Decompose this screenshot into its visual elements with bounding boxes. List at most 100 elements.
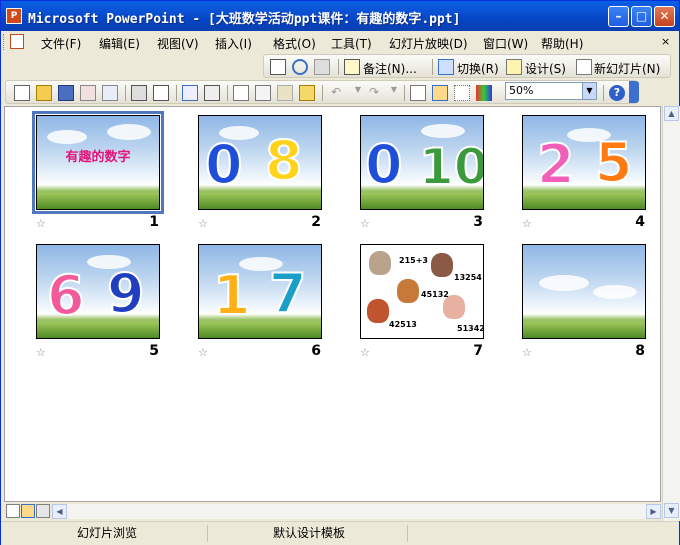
- rehearse-timings-icon[interactable]: [292, 59, 308, 75]
- menu-file[interactable]: 文件(F): [41, 35, 81, 52]
- menu-help[interactable]: 帮助(H): [541, 35, 583, 52]
- slide-thumbnail-2[interactable]: 0 8: [198, 115, 322, 210]
- document-icon[interactable]: [10, 34, 24, 49]
- slide-7-transition-star-icon[interactable]: ☆: [360, 346, 370, 359]
- open-icon[interactable]: [36, 85, 52, 101]
- slide-sorter-pane[interactable]: 有趣的数字 ☆ 1 0 8 ☆ 2 0 10 ☆ 3 2 5 ☆ 4 6 9 ☆…: [4, 106, 661, 502]
- slide-4-digit-2: 2: [536, 133, 576, 196]
- new-slide-button[interactable]: 新幻灯片(N): [594, 60, 660, 77]
- permission-icon[interactable]: [80, 85, 96, 101]
- show-formatting-icon[interactable]: [432, 85, 448, 101]
- slide-7-label-2: 13254: [454, 273, 482, 282]
- slide-4-transition-star-icon[interactable]: ☆: [522, 217, 532, 230]
- slide-2-digit-8: 8: [264, 129, 304, 192]
- menu-close-doc-icon[interactable]: ×: [661, 35, 670, 48]
- hide-slide-icon[interactable]: [270, 59, 286, 75]
- undo-icon[interactable]: ↶: [328, 85, 344, 101]
- new-slide-icon[interactable]: [576, 59, 592, 75]
- slide-1-transition-star-icon[interactable]: ☆: [36, 217, 46, 230]
- menu-window[interactable]: 窗口(W): [483, 35, 528, 52]
- standard-toolbar-row: ↶ ▼ ↷ ▼ 50% ▼ ?: [1, 79, 679, 105]
- paste-icon[interactable]: [277, 85, 293, 101]
- expand-all-icon[interactable]: [410, 85, 426, 101]
- slide-1-title: 有趣的数字: [65, 150, 131, 165]
- zoom-select[interactable]: 50% ▼: [505, 82, 597, 100]
- menu-view[interactable]: 视图(V): [157, 35, 199, 52]
- cut-icon[interactable]: [233, 85, 249, 101]
- scroll-down-icon[interactable]: ▼: [664, 503, 679, 518]
- slide-4-digit-5: 5: [594, 131, 634, 194]
- menu-format[interactable]: 格式(O): [273, 35, 316, 52]
- slide-thumbnail-4[interactable]: 2 5: [522, 115, 646, 210]
- research-icon[interactable]: [204, 85, 220, 101]
- slideshow-view-icon[interactable]: [36, 504, 50, 518]
- undo-dropdown-icon[interactable]: ▼: [350, 85, 366, 101]
- slide-5-digit-6: 6: [46, 264, 86, 327]
- vertical-scrollbar[interactable]: ▲ ▼: [662, 106, 680, 521]
- menu-insert[interactable]: 插入(I): [215, 35, 252, 52]
- powerpoint-app-icon[interactable]: P: [6, 8, 22, 24]
- design-icon[interactable]: [506, 59, 522, 75]
- zoom-dropdown-icon[interactable]: ▼: [582, 83, 596, 99]
- transition-icon[interactable]: [438, 59, 454, 75]
- slide-8-transition-star-icon[interactable]: ☆: [522, 346, 532, 359]
- normal-view-icon[interactable]: [6, 504, 20, 518]
- summary-slide-icon[interactable]: [314, 59, 330, 75]
- slide-7-label-3: 45132: [421, 290, 449, 299]
- slide-7-label-4: 42513: [389, 320, 417, 329]
- slide-thumbnail-3[interactable]: 0 10: [360, 115, 484, 210]
- notes-icon[interactable]: [344, 59, 360, 75]
- menu-tools[interactable]: 工具(T): [331, 35, 372, 52]
- slide-6-number: 6: [311, 343, 321, 359]
- close-button[interactable]: ✕: [654, 6, 675, 27]
- slide-3-digit-0: 0: [364, 133, 404, 196]
- title-bar[interactable]: P Microsoft PowerPoint - [大班数学活动ppt课件：有趣…: [1, 1, 679, 31]
- slide-3-transition-star-icon[interactable]: ☆: [360, 217, 370, 230]
- menu-grip[interactable]: [3, 34, 7, 50]
- slide-sorter-view-icon[interactable]: [21, 504, 35, 518]
- slide-7-label-1: 215+3: [399, 256, 428, 265]
- slide-3-number: 3: [473, 214, 483, 230]
- slide-2-number: 2: [311, 214, 321, 230]
- slide-5-transition-star-icon[interactable]: ☆: [36, 346, 46, 359]
- menu-edit[interactable]: 编辑(E): [99, 35, 140, 52]
- powerpoint-window: P Microsoft PowerPoint - [大班数学活动ppt课件：有趣…: [0, 0, 680, 545]
- horizontal-scrollbar[interactable]: ◀ ▶: [52, 504, 661, 519]
- standard-toolbar: ↶ ▼ ↷ ▼ 50% ▼ ?: [5, 80, 637, 104]
- help-icon[interactable]: ?: [609, 85, 625, 101]
- show-grid-icon[interactable]: [454, 85, 470, 101]
- print-icon[interactable]: [131, 85, 147, 101]
- slide-7-label-5: 51342: [457, 324, 484, 333]
- scroll-left-icon[interactable]: ◀: [52, 504, 67, 519]
- slide-thumbnail-7[interactable]: 215+3 13254 45132 42513 51342: [360, 244, 484, 339]
- slide-7-number: 7: [473, 343, 483, 359]
- slide-2-transition-star-icon[interactable]: ☆: [198, 217, 208, 230]
- minimize-button[interactable]: –: [608, 6, 629, 27]
- status-empty: [411, 525, 661, 542]
- notes-button[interactable]: 备注(N)...: [363, 60, 417, 77]
- slide-thumbnail-8[interactable]: [522, 244, 646, 339]
- slide-2-digit-0: 0: [204, 133, 244, 196]
- save-icon[interactable]: [58, 85, 74, 101]
- spelling-icon[interactable]: [182, 85, 198, 101]
- transition-button[interactable]: 切换(R): [457, 60, 499, 77]
- slide-thumbnail-1[interactable]: 有趣的数字: [32, 111, 164, 214]
- slide-sorter-toolbar-row: 备注(N)... 切换(R) 设计(S) 新幻灯片(N): [1, 53, 679, 79]
- scroll-right-icon[interactable]: ▶: [646, 504, 661, 519]
- menu-slideshow[interactable]: 幻灯片放映(D): [389, 35, 468, 52]
- slide-6-transition-star-icon[interactable]: ☆: [198, 346, 208, 359]
- print-preview-icon[interactable]: [153, 85, 169, 101]
- slide-thumbnail-5[interactable]: 6 9: [36, 244, 160, 339]
- copy-icon[interactable]: [255, 85, 271, 101]
- scroll-up-icon[interactable]: ▲: [664, 106, 679, 121]
- maximize-button[interactable]: □: [631, 6, 652, 27]
- color-grayscale-icon[interactable]: [476, 85, 492, 101]
- redo-dropdown-icon[interactable]: ▼: [386, 85, 402, 101]
- design-button[interactable]: 设计(S): [525, 60, 566, 77]
- email-icon[interactable]: [102, 85, 118, 101]
- slide-thumbnail-6[interactable]: 1 7: [198, 244, 322, 339]
- new-icon[interactable]: [14, 85, 30, 101]
- toolbar-options-icon[interactable]: [629, 81, 639, 103]
- redo-icon[interactable]: ↷: [366, 85, 382, 101]
- format-painter-icon[interactable]: [299, 85, 315, 101]
